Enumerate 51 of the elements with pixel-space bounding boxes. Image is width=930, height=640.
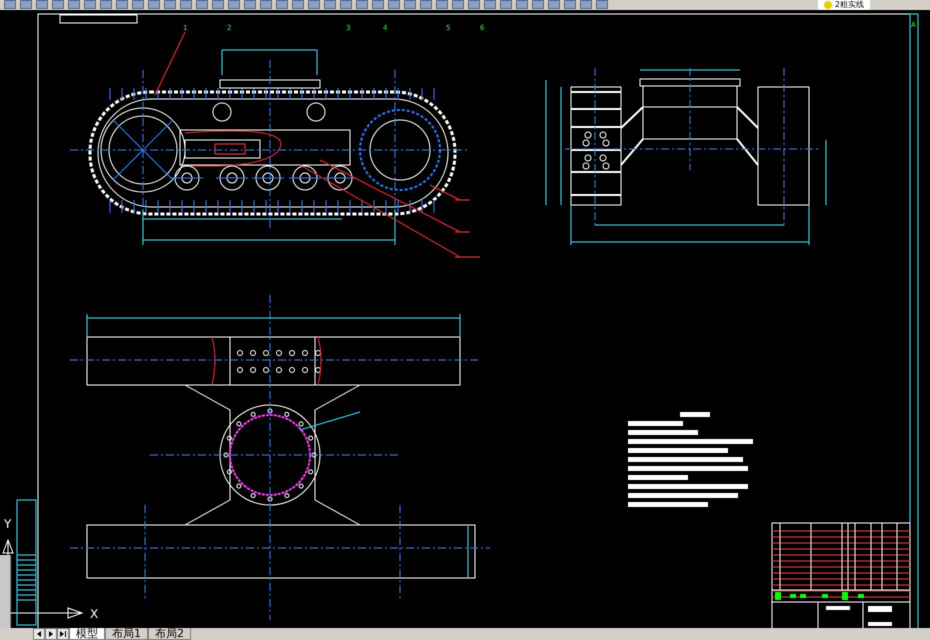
toolbar-icon[interactable] xyxy=(116,0,128,9)
toolbar-icon[interactable] xyxy=(452,0,464,9)
toolbar-icon[interactable] xyxy=(36,0,48,9)
toolbar-icon[interactable] xyxy=(180,0,192,9)
toolbar-icon[interactable] xyxy=(244,0,256,9)
toolbar-icon[interactable] xyxy=(308,0,320,9)
toolbar-icon[interactable] xyxy=(100,0,112,9)
toolbar-icon[interactable] xyxy=(580,0,592,9)
toolbar-icon[interactable] xyxy=(356,0,368,9)
toolbar-icon[interactable] xyxy=(532,0,544,9)
skip-end-icon xyxy=(59,630,67,638)
toolbar-icon[interactable] xyxy=(68,0,80,9)
toolbar-icon[interactable] xyxy=(196,0,208,9)
toolbar-icon[interactable] xyxy=(276,0,288,9)
toolbar-icon[interactable] xyxy=(292,0,304,9)
toolbar-icon[interactable] xyxy=(260,0,272,9)
toolbar-icon[interactable] xyxy=(52,0,64,9)
toolbar-icon[interactable] xyxy=(148,0,160,9)
toolbar-icon[interactable] xyxy=(436,0,448,9)
toolbar-icon[interactable] xyxy=(212,0,224,9)
layout-tab[interactable]: 布局2 xyxy=(148,628,191,640)
toolbar-icon[interactable] xyxy=(388,0,400,9)
toolbar-icon[interactable] xyxy=(468,0,480,9)
next-tab-button[interactable] xyxy=(45,628,57,640)
x-axis-label: X xyxy=(90,607,98,621)
toolbar-icon[interactable] xyxy=(564,0,576,9)
toolbar-icon[interactable] xyxy=(4,0,16,9)
toolbar-icon[interactable] xyxy=(132,0,144,9)
toolbar-icon[interactable] xyxy=(404,0,416,9)
layout-tab[interactable]: 模型 xyxy=(69,628,105,640)
toolbar-icon[interactable] xyxy=(420,0,432,9)
toolbar-icon[interactable] xyxy=(500,0,512,9)
layer-dropdown[interactable]: 2粗实线 xyxy=(818,0,870,10)
toolbar-icon[interactable] xyxy=(228,0,240,9)
toolbar-icon[interactable] xyxy=(548,0,560,9)
previous-tab-button[interactable] xyxy=(33,628,45,640)
toolbar-icon[interactable] xyxy=(340,0,352,9)
toolbar-icon[interactable] xyxy=(596,0,608,9)
y-axis-label: Y xyxy=(4,517,12,531)
toolbar-icon[interactable] xyxy=(484,0,496,9)
layout-tab[interactable]: 布局1 xyxy=(105,628,148,640)
toolbar-icon[interactable] xyxy=(20,0,32,9)
toolbar-icon[interactable] xyxy=(164,0,176,9)
left-triangle-icon xyxy=(35,630,43,638)
toolbar-icon[interactable] xyxy=(84,0,96,9)
right-triangle-icon xyxy=(47,630,55,638)
toolbar-icon[interactable] xyxy=(324,0,336,9)
last-tab-button[interactable] xyxy=(57,628,69,640)
tool-palette[interactable] xyxy=(0,555,11,628)
toolbar-icon[interactable] xyxy=(516,0,528,9)
toolbar-icon[interactable] xyxy=(372,0,384,9)
